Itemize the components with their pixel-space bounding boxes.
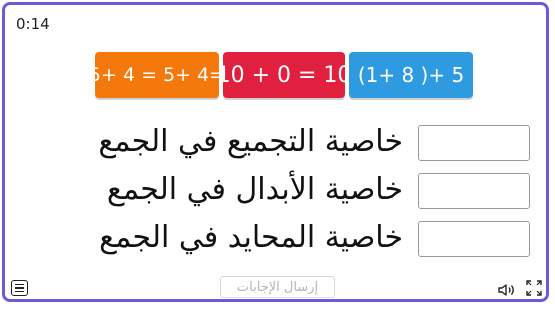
answer-tile[interactable]: 10 + 0 = 10 [217,52,351,98]
answer-tile[interactable]: 5+ 4 = 5+ 4= [89,52,225,98]
drop-box[interactable] [418,173,530,209]
drop-box[interactable] [418,221,530,257]
question-rows: خاصية التجميع في الجمع خاصية الأبدال في … [5,121,555,265]
question-label: خاصية المحايد في الجمع [99,220,403,255]
menu-icon[interactable] [11,280,28,296]
activity-frame: 0:14 5+ 4 = 5+ 4= 10 + 0 = 10 (1+ 8 )+ 5… [2,2,549,302]
question-row: خاصية الأبدال في الجمع [5,169,555,217]
submit-answers-button[interactable]: إرسال الإجابات [220,276,335,298]
fullscreen-icon[interactable] [525,279,543,301]
timer: 0:14 [16,15,50,33]
answer-tile[interactable]: (1+ 8 )+ 5 [349,52,473,98]
speaker-icon[interactable] [497,282,517,301]
question-label: خاصية الأبدال في الجمع [106,172,403,207]
question-label: خاصية التجميع في الجمع [98,124,403,159]
question-row: خاصية التجميع في الجمع [5,121,555,169]
drop-box[interactable] [418,125,530,161]
tile-bank: 5+ 4 = 5+ 4= 10 + 0 = 10 (1+ 8 )+ 5 [89,52,473,98]
question-row: خاصية المحايد في الجمع [5,217,555,265]
